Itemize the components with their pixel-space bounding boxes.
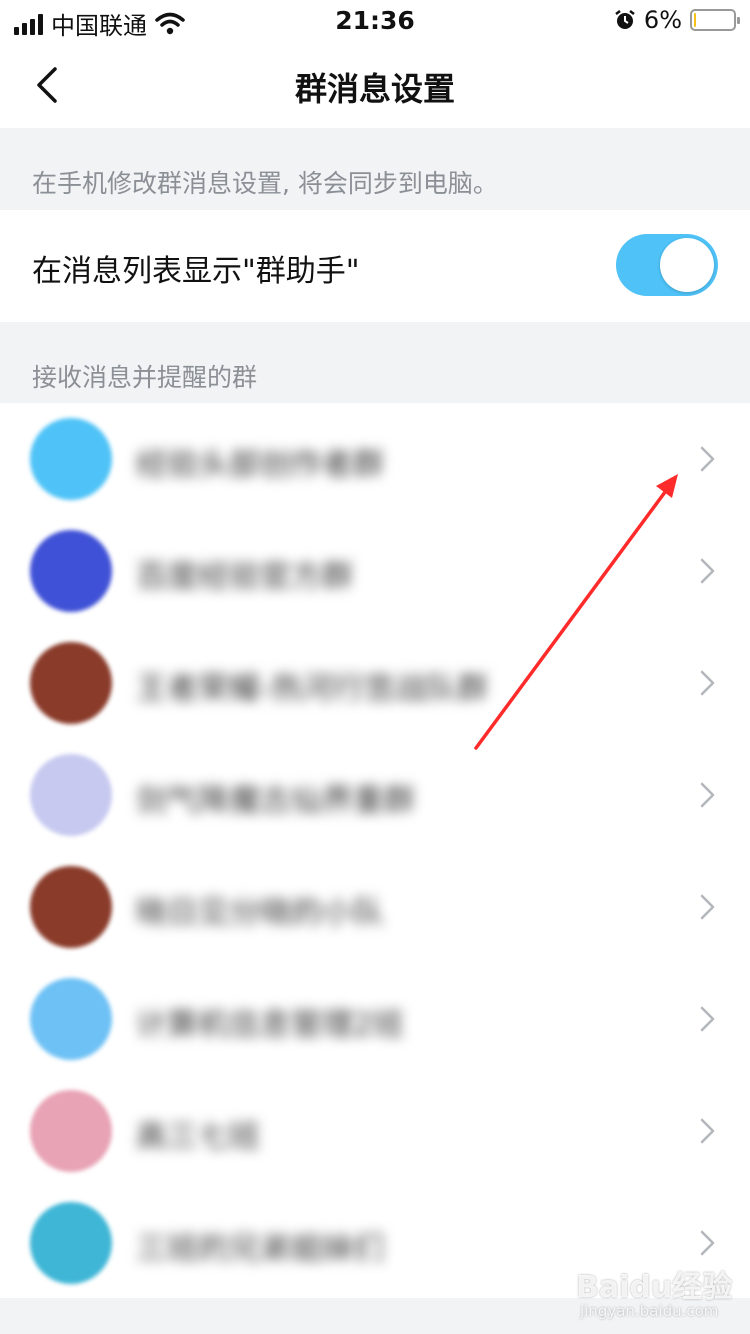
group-avatar — [30, 1202, 112, 1284]
chevron-right-icon — [700, 1230, 715, 1256]
nav-bar: 群消息设置 — [0, 42, 750, 128]
chevron-right-icon — [700, 558, 715, 584]
section-title: 接收消息并提醒的群 — [32, 363, 258, 392]
watermark-url: jingyan.baidu.com — [580, 1302, 719, 1320]
battery-fill — [694, 13, 696, 27]
group-row[interactable]: 剑气降魔古仙界重群 — [0, 739, 750, 851]
group-avatar — [30, 866, 112, 948]
group-avatar — [30, 530, 112, 612]
group-assistant-toggle[interactable] — [616, 234, 718, 296]
group-name: 王者荣耀-热河行宫战队群 — [136, 671, 489, 707]
group-row[interactable]: 计算机信息管理2班 — [0, 963, 750, 1075]
group-list: 经验头部创作者群 百度经验官方群王者荣耀-热河行宫战队群 剑气降魔古仙界重群 晓日见分… — [0, 403, 750, 1298]
group-name: 计算机信息管理2班 — [136, 1007, 404, 1043]
group-avatar — [30, 418, 112, 500]
chevron-right-icon — [700, 446, 715, 472]
group-assistant-label: 在消息列表显示"群助手" — [32, 254, 360, 289]
group-name: 高三七班 — [136, 1119, 260, 1155]
group-row[interactable]: 经验头部创作者群 — [0, 403, 750, 515]
status-bar: 中国联通 21:36 6% — [0, 0, 750, 42]
group-row[interactable]: 百度经验官方群 — [0, 515, 750, 627]
status-right: 6% — [614, 6, 740, 34]
alarm-icon — [615, 10, 635, 29]
group-avatar — [30, 978, 112, 1060]
chevron-right-icon — [700, 894, 715, 920]
group-avatar — [30, 642, 112, 724]
group-name: 百度经验官方群 — [136, 559, 353, 595]
group-name: 剑气降魔古仙界重群 — [136, 783, 415, 819]
battery-icon — [690, 9, 740, 31]
group-avatar — [30, 754, 112, 836]
group-row[interactable]: 高三七班 — [0, 1075, 750, 1187]
watermark-logo: Baidu经验 — [576, 1270, 733, 1305]
toggle-knob — [660, 238, 714, 292]
chevron-right-icon — [700, 1118, 715, 1144]
chevron-right-icon — [700, 670, 715, 696]
chevron-right-icon — [700, 1006, 715, 1032]
sync-hint: 在手机修改群消息设置, 将会同步到电脑。 — [32, 169, 498, 198]
chevron-right-icon — [700, 782, 715, 808]
group-row[interactable]: 王者荣耀-热河行宫战队群 — [0, 627, 750, 739]
group-avatar — [30, 1090, 112, 1172]
group-name: 经验头部创作者群 — [136, 447, 384, 483]
group-row[interactable]: 晓日见分晓的小队 — [0, 851, 750, 963]
battery-percent: 6% — [643, 6, 682, 34]
page-title: 群消息设置 — [294, 70, 455, 108]
group-name: 三班的兄弟姐妹们 — [136, 1231, 384, 1267]
group-name: 晓日见分晓的小队 — [136, 895, 384, 931]
